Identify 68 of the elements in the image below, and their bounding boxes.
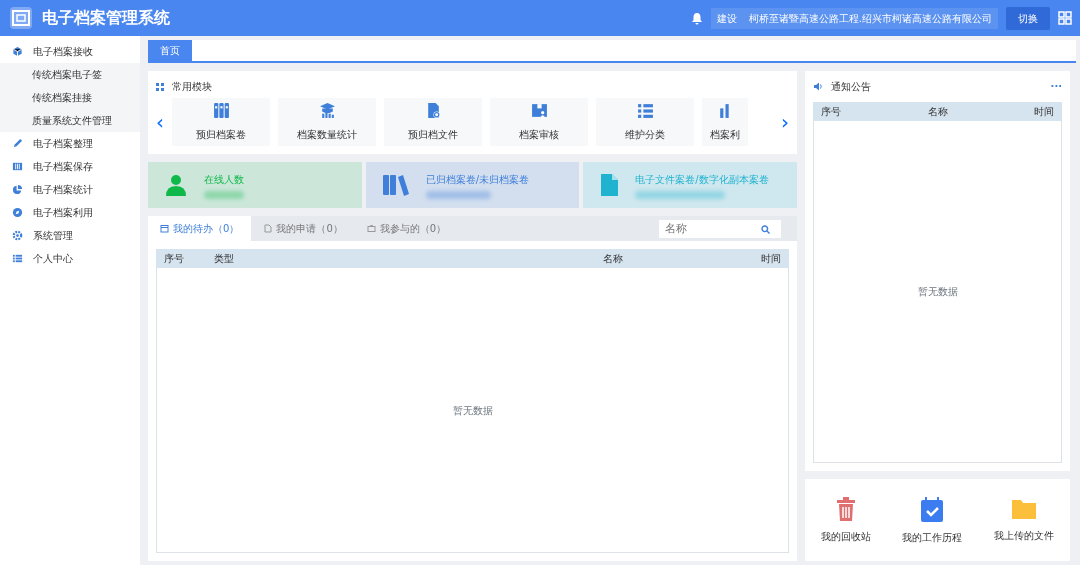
module-tile[interactable]: 维护分类 [596, 98, 694, 146]
search-field[interactable]: 名称 [659, 219, 749, 238]
gear-icon [12, 230, 23, 241]
tab[interactable]: 我参与的（0） [354, 216, 459, 241]
module-tile[interactable]: 预归档文件 [384, 98, 482, 146]
module-tile[interactable]: 预归档案卷 [172, 98, 270, 146]
tab[interactable]: 我的申请（0） [251, 216, 355, 241]
sidebar-item[interactable]: 电子档案接收 [33, 44, 93, 59]
graduation-cap-chart-icon [318, 102, 336, 119]
sidebar-item[interactable]: 电子档案统计 [33, 182, 93, 197]
column-header: 类型 [214, 252, 235, 266]
previous-arrow[interactable]: ‹ [156, 107, 164, 137]
shortcut[interactable]: 我的工作历程 [902, 495, 963, 545]
binders-icon [212, 102, 230, 119]
calendar-icon [160, 224, 169, 233]
column-header: 序号 [821, 105, 842, 119]
sidebar-item[interactable]: 个人中心 [33, 251, 73, 266]
cube-icon [12, 46, 23, 57]
column-header: 时间 [1033, 105, 1054, 119]
search-button[interactable] [749, 219, 781, 238]
bell-icon[interactable] [690, 11, 703, 25]
module-tile[interactable]: 档案数量统计 [278, 98, 376, 146]
sidebar-item[interactable]: 系统管理 [33, 228, 73, 243]
search-icon [760, 224, 770, 234]
tab[interactable]: 我的待办（0） [148, 216, 252, 241]
switch-button[interactable]: 切换 [1006, 6, 1050, 30]
stat-label: 电子文件案卷/数字化副本案卷 [635, 172, 769, 187]
calendar-check-icon [920, 495, 945, 522]
blurred-value [204, 190, 244, 199]
sidebar-item[interactable]: 电子档案保存 [33, 159, 93, 174]
panel-title: 通知公告 [831, 80, 871, 94]
grid-icon [156, 82, 164, 91]
project-name: 柯桥至诸暨高速公路工程.绍兴市柯诸高速公路有限公司 [742, 7, 998, 29]
column-header: 名称 [926, 105, 949, 119]
sidebar-item[interactable]: 电子档案利用 [33, 205, 93, 220]
stat-label: 已归档案卷/未归档案卷 [425, 172, 530, 187]
trash-can-icon [834, 496, 857, 521]
list-icon [12, 253, 23, 264]
app-title: 电子档案管理系统 [42, 7, 170, 29]
column-header: 序号 [164, 252, 185, 266]
shortcut[interactable]: 我的回收站 [820, 496, 871, 544]
logo-icon [8, 5, 34, 31]
section-title: 常用模块 [172, 80, 212, 94]
pie-chart-icon [12, 184, 23, 195]
empty-message: 暂无数据 [917, 285, 958, 299]
sidebar-item[interactable]: 电子档案整理 [33, 136, 93, 151]
pencil-icon [12, 138, 23, 149]
compass-icon [12, 207, 23, 218]
speaker-icon [813, 82, 823, 91]
column-header: 时间 [761, 252, 781, 266]
page-tab[interactable]: 首页 [148, 40, 192, 61]
apps-grid-icon[interactable] [1058, 11, 1072, 25]
module-tile[interactable]: 档案利 [702, 98, 748, 146]
stat-label: 在线人数 [204, 172, 244, 187]
bars-icon [12, 161, 23, 172]
shortcut[interactable]: 我上传的文件 [994, 497, 1055, 543]
more-button[interactable]: ··· [1050, 79, 1062, 94]
blurred-value [425, 190, 491, 199]
folder-icon [1011, 497, 1038, 520]
module-tile[interactable]: 档案审核 [490, 98, 588, 146]
column-header: 名称 [601, 252, 624, 266]
briefcase-icon [366, 224, 376, 233]
document-icon [263, 224, 273, 233]
role-label: 建设 [710, 7, 743, 29]
box-person-icon [530, 102, 548, 119]
empty-message: 暂无数据 [452, 403, 493, 418]
list-icon [636, 102, 654, 119]
next-arrow[interactable]: › [781, 107, 789, 137]
